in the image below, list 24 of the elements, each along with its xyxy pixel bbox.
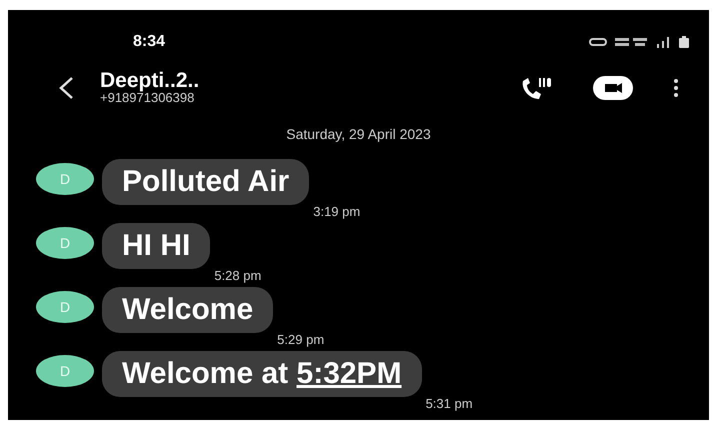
message-bubble: Welcome at 5:32PM (102, 351, 422, 397)
message-time: 5:28 pm (214, 266, 262, 285)
message-bubble: Polluted Air (102, 159, 310, 205)
date-divider: Saturday, 29 April 2023 (285, 125, 432, 144)
network-icon (615, 37, 649, 47)
phone-number: +918971306398 (100, 91, 194, 106)
more-options-button[interactable] (673, 78, 679, 98)
message-bubble: Welcome (102, 287, 274, 333)
message-time: 3:19 pm (313, 202, 360, 221)
back-button[interactable] (58, 76, 74, 100)
message-bubble: HI HI (102, 223, 210, 269)
contact-avatar: D (36, 355, 94, 387)
message-time: 5:31 pm (426, 394, 473, 413)
battery-icon (679, 36, 689, 48)
contact-avatar: D (36, 291, 94, 323)
contact-name: Deepti..2.. (100, 70, 200, 92)
message-link[interactable]: 5:32PM (296, 357, 402, 390)
signal-icon (657, 36, 671, 48)
status-time: 8:34 (133, 32, 166, 52)
link-icon (589, 37, 607, 47)
video-call-button[interactable] (593, 75, 633, 101)
contact-avatar: D (36, 163, 94, 195)
contact-avatar: D (36, 227, 94, 259)
message-time: 5:29 pm (277, 330, 324, 349)
